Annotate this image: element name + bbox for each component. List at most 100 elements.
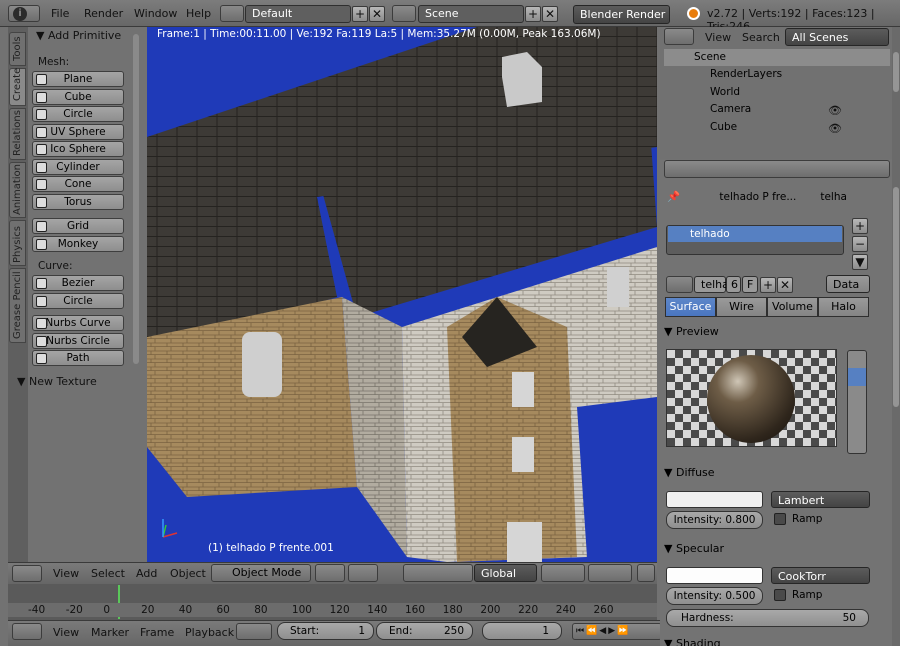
auto-keying-button[interactable] [236, 623, 272, 640]
properties-scroll-thumb[interactable] [893, 187, 899, 407]
menu-window[interactable]: Window [134, 7, 177, 20]
specular-shader-select[interactable]: CookTorr [771, 567, 870, 584]
playback-menu[interactable]: Playback [185, 626, 234, 639]
outliner-row-renderlayers[interactable]: RenderLayers [664, 66, 890, 83]
add-cube-button[interactable]: Cube [32, 88, 124, 105]
current-frame-field[interactable]: 1 [482, 622, 562, 640]
add-cylinder-button[interactable]: Cylinder [32, 158, 124, 175]
marker-menu[interactable]: Marker [91, 626, 129, 639]
add-ico-sphere-button[interactable]: Ico Sphere [32, 141, 124, 157]
slot-specials-button[interactable]: ▼ [852, 254, 868, 270]
add-screen-button[interactable]: + [352, 6, 368, 22]
diffuse-ramp-checkbox[interactable] [774, 513, 786, 525]
diffuse-intensity-slider[interactable]: Intensity: 0.800 [666, 511, 763, 529]
add-cone-button[interactable]: Cone [32, 176, 124, 192]
add-nurbs-circle-button[interactable]: Nurbs Circle [32, 332, 124, 349]
menu-render[interactable]: Render [84, 7, 123, 20]
specular-intensity-slider[interactable]: Intensity: 0.500 [666, 587, 763, 605]
outliner-row-cube[interactable]: Cube [664, 119, 890, 136]
toolshelf-scrollbar[interactable] [133, 34, 139, 364]
unlink-material-button[interactable]: ✕ [777, 277, 793, 293]
menu-help[interactable]: Help [186, 7, 211, 20]
playback-controls[interactable]: ⏮⏪◀▶⏩ [572, 623, 662, 640]
visibility-eye-icon[interactable]: 👁 [828, 122, 842, 135]
material-slot-telhado[interactable]: telhado [668, 226, 842, 242]
hardness-slider[interactable]: Hardness: 50 [666, 609, 869, 627]
tab-wire[interactable]: Wire [716, 297, 767, 317]
new-texture-panel-header[interactable]: ▼ New Texture [17, 375, 97, 388]
add-slot-button[interactable]: + [852, 218, 868, 234]
tab-surface[interactable]: Surface [665, 297, 716, 317]
delete-scene-button[interactable]: ✕ [542, 6, 558, 22]
add-circle-button[interactable]: Circle [32, 106, 124, 122]
preview-type-buttons[interactable] [847, 350, 867, 454]
object-mode-select[interactable]: Object Mode [211, 564, 311, 582]
3d-viewport[interactable] [147, 27, 657, 562]
outliner-filter-select[interactable]: All Scenes [785, 28, 889, 46]
render-engine-select[interactable]: Blender Render [573, 5, 670, 24]
object-menu[interactable]: Object [170, 567, 206, 580]
outliner-scroll-thumb[interactable] [893, 52, 899, 92]
timeline-editor-type-button[interactable] [12, 623, 42, 640]
outliner-search-menu[interactable]: Search [742, 31, 780, 44]
preview-panel-header[interactable]: ▼ Preview [664, 322, 868, 342]
remove-slot-button[interactable]: − [852, 236, 868, 252]
material-link-select[interactable]: Data [826, 275, 870, 293]
visibility-eye-icon[interactable]: 👁 [828, 104, 842, 117]
specular-ramp-checkbox[interactable] [774, 589, 786, 601]
add-scene-button[interactable]: + [525, 6, 541, 22]
outliner-editor-type-button[interactable] [664, 28, 694, 45]
screen-layout-icon[interactable] [220, 5, 244, 22]
properties-context-tabs[interactable] [664, 160, 890, 178]
render-preview-button[interactable] [637, 564, 655, 582]
pivot-point-select[interactable] [348, 564, 378, 582]
add-monkey-button[interactable]: Monkey [32, 235, 124, 252]
tab-tools[interactable]: Tools [9, 32, 26, 66]
add-primitive-panel-header[interactable]: ▼ Add Primitive [36, 29, 121, 42]
tab-halo[interactable]: Halo [818, 297, 869, 317]
menu-file[interactable]: File [51, 7, 69, 20]
outliner-row-world[interactable]: World [664, 84, 890, 101]
frame-menu[interactable]: Frame [140, 626, 174, 639]
start-frame-field[interactable]: Start: 1 [277, 622, 374, 640]
layers-grid-2[interactable] [588, 564, 632, 582]
add-grid-button[interactable]: Grid [32, 218, 124, 234]
add-path-button[interactable]: Path [32, 350, 124, 366]
add-uv-sphere-button[interactable]: UV Sphere [32, 123, 124, 140]
info-editor-type-button[interactable]: i [8, 5, 40, 22]
add-torus-button[interactable]: Torus [32, 193, 124, 210]
pin-icon[interactable]: 📌 [667, 191, 683, 203]
new-material-button[interactable]: + [760, 277, 776, 293]
layers-grid-1[interactable] [541, 564, 585, 582]
outliner-row-camera[interactable]: Camera [664, 101, 890, 118]
add-menu[interactable]: Add [136, 567, 157, 580]
preview-sphere-button[interactable] [848, 368, 866, 386]
end-frame-field[interactable]: End: 250 [376, 622, 473, 640]
specular-panel-header[interactable]: ▼ Specular [664, 539, 868, 559]
screen-layout-field[interactable]: Default [245, 5, 351, 23]
select-menu[interactable]: Select [91, 567, 125, 580]
add-bezier-button[interactable]: Bezier [32, 275, 124, 291]
tab-volume[interactable]: Volume [767, 297, 818, 317]
transform-orientation-select[interactable]: Global [474, 564, 537, 582]
tab-grease-pencil[interactable]: Grease Pencil [9, 268, 26, 343]
add-plane-button[interactable]: Plane [32, 71, 124, 87]
properties-scrollbar[interactable] [892, 27, 900, 646]
tab-relations[interactable]: Relations [9, 108, 26, 160]
view-menu[interactable]: View [53, 567, 79, 580]
viewport-shading-select[interactable] [315, 564, 345, 582]
tab-create[interactable]: Create [9, 68, 26, 106]
outliner-row-scene[interactable]: Scene [664, 49, 890, 66]
add-circle-button[interactable]: Circle [32, 292, 124, 309]
material-name-field[interactable]: telha [694, 276, 729, 293]
scene-field[interactable]: Scene [418, 5, 524, 23]
scene-icon[interactable] [392, 5, 416, 22]
timeline-view-menu[interactable]: View [53, 626, 79, 639]
add-nurbs-curve-button[interactable]: Nurbs Curve [32, 315, 124, 331]
diffuse-color-swatch[interactable] [666, 491, 763, 508]
tab-physics[interactable]: Physics [9, 220, 26, 266]
tab-animation[interactable]: Animation [9, 162, 26, 218]
transform-manipulator-toggle[interactable] [403, 564, 473, 582]
material-users-count[interactable]: 6 [726, 276, 741, 293]
delete-screen-button[interactable]: ✕ [369, 6, 385, 22]
